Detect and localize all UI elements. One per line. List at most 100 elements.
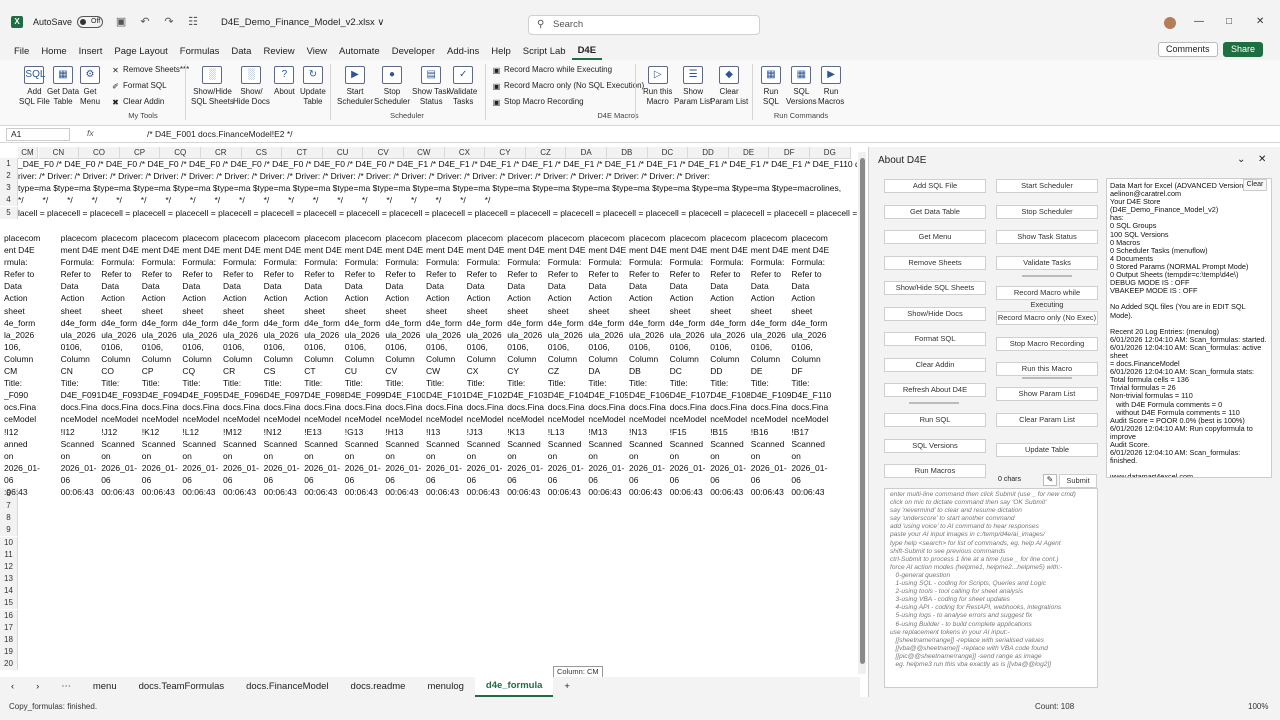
- minimize-icon[interactable]: —: [1194, 16, 1204, 27]
- grid-cell[interactable]: placecom ment D4E Formula: Refer to Data…: [548, 232, 588, 498]
- row-header[interactable]: 16: [0, 610, 18, 622]
- redo-icon[interactable]: ↷: [163, 16, 175, 28]
- tab-formulas[interactable]: Formulas: [174, 45, 226, 59]
- grid-cell[interactable]: placecom ment D4E Formula: Refer to Data…: [751, 232, 791, 498]
- row-header[interactable]: 15: [0, 597, 18, 609]
- ribbon-update-table-button[interactable]: ↻ Update Table: [300, 66, 326, 107]
- panel-show-param-list-button[interactable]: Show Param List: [996, 387, 1098, 401]
- save-icon[interactable]: ▣: [115, 16, 127, 28]
- fx-icon[interactable]: fx: [87, 128, 94, 138]
- ribbon-record-macro-while-executing[interactable]: ▣ Record Macro while Executing: [492, 65, 612, 75]
- grid-cell[interactable]: placecom ment D4E Formula: Refer to Data…: [588, 232, 628, 498]
- panel-stop-scheduler-button[interactable]: Stop Scheduler: [996, 205, 1098, 219]
- panel-run-this-macro-button[interactable]: Run this Macro: [996, 362, 1098, 376]
- ribbon-run-this-macro-button[interactable]: ▷ Run this Macro: [643, 66, 672, 107]
- grid-cell[interactable]: placecom ment D4E Formula: Refer to Data…: [385, 232, 425, 498]
- panel-clear-addin-button[interactable]: Clear Addin: [884, 358, 986, 372]
- sheet-tab-menulog[interactable]: menulog: [416, 678, 474, 696]
- maximize-icon[interactable]: □: [1226, 16, 1232, 27]
- ribbon-record-macro-only-no-sql-execution-[interactable]: ▣ Record Macro only (No SQL Execution): [492, 81, 644, 91]
- row-header[interactable]: 14: [0, 585, 18, 597]
- tab-insert[interactable]: Insert: [73, 45, 109, 59]
- panel-sql-versions-button[interactable]: SQL Versions: [884, 439, 986, 453]
- ribbon-clear-addin[interactable]: ✖ Clear Addin: [111, 97, 164, 107]
- ribbon-show-hide-sql-sheets-button[interactable]: ░ Show/Hide SQL Sheets: [191, 66, 234, 107]
- row-header[interactable]: 7: [0, 500, 18, 512]
- grid-cell[interactable]: placecom ment D4E Formula: Refer to Data…: [61, 232, 101, 498]
- grid-cell[interactable]: placecom ment D4E Formula: Refer to Data…: [507, 232, 547, 498]
- grid-cell[interactable]: placecom ment D4E Formula: Refer to Data…: [101, 232, 141, 498]
- grid-cell[interactable]: placecom ment D4E Formula: Refer to Data…: [264, 232, 304, 498]
- grid-cell[interactable]: placecom ment D4E Formula: Refer to Data…: [304, 232, 344, 498]
- row-header[interactable]: 3: [0, 182, 18, 194]
- row-header[interactable]: 12: [0, 561, 18, 573]
- tab-review[interactable]: Review: [257, 45, 300, 59]
- comments-button[interactable]: Comments: [1158, 42, 1218, 57]
- tab-prev-icon[interactable]: ‹: [0, 678, 25, 696]
- tab-more-icon[interactable]: ⋯: [50, 678, 82, 696]
- row-header[interactable]: 8: [0, 512, 18, 524]
- ribbon-get-data-table-button[interactable]: ▦ Get Data Table: [47, 66, 79, 107]
- row-header[interactable]: 4: [0, 194, 18, 206]
- ribbon-about-button[interactable]: ? About: [274, 66, 295, 97]
- tab-script-lab[interactable]: Script Lab: [517, 45, 572, 59]
- row-header[interactable]: 11: [0, 549, 18, 561]
- ribbon-show-task-status-button[interactable]: ▤ Show Task Status: [412, 66, 451, 107]
- panel-validate-tasks-button[interactable]: Validate Tasks: [996, 256, 1098, 270]
- panel-remove-sheets-button[interactable]: Remove Sheets: [884, 256, 986, 270]
- clear-button[interactable]: Clear: [1243, 179, 1267, 191]
- ribbon-run-sql-button[interactable]: ▦ Run SQL: [761, 66, 781, 107]
- vertical-scrollbar[interactable]: [858, 152, 866, 674]
- tab-next-icon[interactable]: ›: [25, 678, 50, 696]
- ribbon-show-hide-docs-button[interactable]: ░ Show/ Hide Docs: [233, 66, 270, 107]
- row-header[interactable]: 1: [0, 158, 18, 170]
- submit-button[interactable]: Submit: [1059, 474, 1097, 488]
- tab-d4e[interactable]: D4E: [571, 44, 603, 60]
- panel-show-hide-docs-button[interactable]: Show/Hide Docs: [884, 307, 986, 321]
- panel-record-macro-only-no-exec--button[interactable]: Record Macro only (No Exec): [996, 311, 1098, 325]
- autosave-toggle[interactable]: Off: [77, 16, 104, 28]
- name-box[interactable]: A1: [6, 128, 70, 141]
- ribbon-remove-sheets-[interactable]: ✕ Remove Sheets***: [111, 65, 189, 75]
- scroll-thumb[interactable]: [860, 158, 865, 664]
- panel-show-task-status-button[interactable]: Show Task Status: [996, 230, 1098, 244]
- sheet-tab-docs-teamformulas[interactable]: docs.TeamFormulas: [128, 678, 236, 696]
- grid-cell[interactable]: placecom ment D4E Formula: Refer to Data…: [142, 232, 182, 498]
- panel-refresh-about-d4e-button[interactable]: Refresh About D4E: [884, 383, 986, 397]
- panel-stop-macro-recording-button[interactable]: Stop Macro Recording: [996, 337, 1098, 351]
- tab-add-ins[interactable]: Add-ins: [441, 45, 485, 59]
- row-header[interactable]: 17: [0, 622, 18, 634]
- panel-show-hide-sql-sheets-button[interactable]: Show/Hide SQL Sheets: [884, 281, 986, 295]
- panel-update-table-button[interactable]: Update Table: [996, 443, 1098, 457]
- tab-help[interactable]: Help: [485, 45, 517, 59]
- tab-developer[interactable]: Developer: [386, 45, 441, 59]
- grid-cell[interactable]: placecom ment D4E Formula: Refer to Data…: [670, 232, 710, 498]
- close-panel-icon[interactable]: ✕: [1258, 154, 1266, 165]
- ribbon-sql-versions-button[interactable]: ▦ SQL Versions: [786, 66, 817, 107]
- grid-cell[interactable]: placecom ment D4E Formula: Refer to Data…: [345, 232, 385, 498]
- grid-cell[interactable]: placecom ent D4E rmula: Refer to Data Ac…: [4, 232, 44, 498]
- ribbon-get-menu-button[interactable]: ⚙ Get Menu: [80, 66, 100, 107]
- row-header[interactable]: 5: [0, 207, 18, 219]
- zoom-label[interactable]: 100%: [1248, 702, 1268, 711]
- panel-add-sql-file-button[interactable]: Add SQL File: [884, 179, 986, 193]
- panel-clear-param-list-button[interactable]: Clear Param List: [996, 413, 1098, 427]
- ribbon-start-scheduler-button[interactable]: ▶ Start Scheduler: [337, 66, 373, 107]
- tab-home[interactable]: Home: [35, 45, 72, 59]
- add-sheet-icon[interactable]: +: [553, 678, 581, 696]
- ribbon-run-macros-button[interactable]: ▶ Run Macros: [818, 66, 844, 107]
- row-header[interactable]: 18: [0, 634, 18, 646]
- tab-page-layout[interactable]: Page Layout: [108, 45, 173, 59]
- command-input[interactable]: enter multi-line command then click Subm…: [884, 488, 1098, 688]
- tab-automate[interactable]: Automate: [333, 45, 386, 59]
- chevron-down-icon[interactable]: ⌄: [1237, 154, 1245, 165]
- ribbon-format-sql[interactable]: ✐ Format SQL: [111, 81, 166, 91]
- sheet-tab-menu[interactable]: menu: [82, 678, 128, 696]
- ribbon-show-param-list-button[interactable]: ☰ Show Param List: [674, 66, 712, 107]
- sheet-tab-d4e-formula[interactable]: d4e_formula: [474, 677, 554, 697]
- file-name[interactable]: D4E_Demo_Finance_Model_v2.xlsx ∨: [221, 17, 384, 28]
- ribbon-stop-scheduler-button[interactable]: ● Stop Scheduler: [374, 66, 410, 107]
- grid-cell[interactable]: placecom ment D4E Formula: Refer to Data…: [710, 232, 750, 498]
- panel-run-sql-button[interactable]: Run SQL: [884, 413, 986, 427]
- panel-get-data-table-button[interactable]: Get Data Table: [884, 205, 986, 219]
